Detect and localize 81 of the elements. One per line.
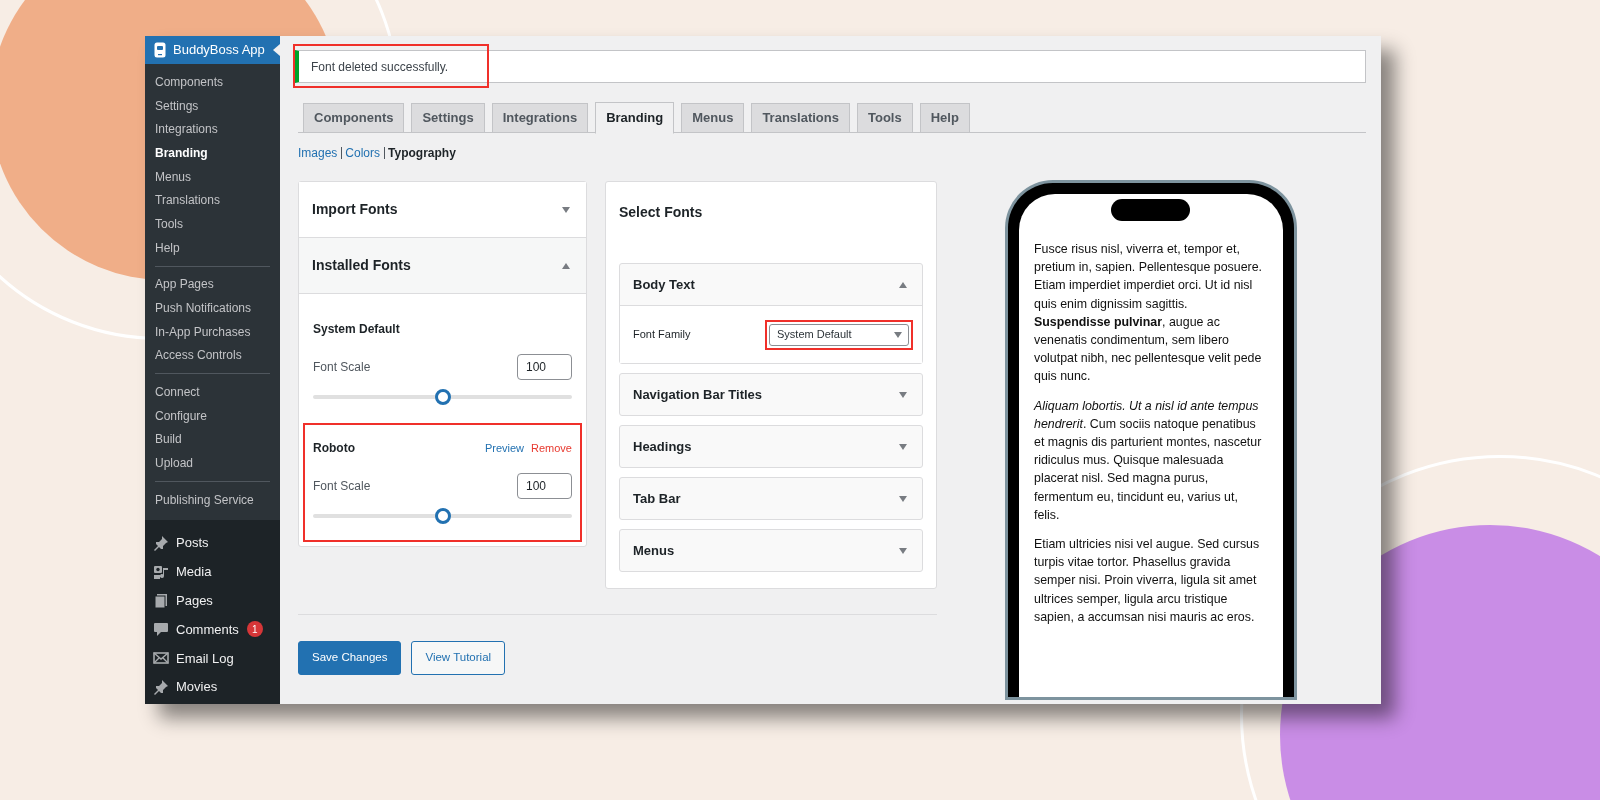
plugin-title: BuddyBoss App [173, 41, 265, 60]
count-badge: 1 [246, 621, 263, 638]
expand-caret-icon [562, 206, 570, 213]
sidebar-item[interactable]: In-App Purchases [145, 319, 280, 344]
expand-caret-icon [899, 391, 907, 398]
remove-link[interactable]: Remove [531, 439, 572, 457]
menu-item[interactable]: Pages [176, 590, 213, 611]
notice-text: Font deleted successfully. [311, 58, 449, 76]
font-name: System Default [313, 321, 400, 338]
field-label: Font Family [633, 327, 691, 343]
expand-caret-icon [899, 443, 907, 450]
sidebar-item[interactable]: Branding [145, 141, 280, 165]
sidebar-item[interactable]: Upload [145, 451, 280, 475]
sidebar-item[interactable]: Help [145, 235, 280, 260]
accordion-header[interactable]: Import Fonts [299, 182, 586, 238]
accordion-header[interactable]: Menus [620, 530, 922, 571]
accordion-header[interactable]: Headings [620, 426, 922, 467]
preview-paragraph: Aliquam lobortis. Ut a nisl id ante tempus hendrerit. Cum sociis natoque penatibus et magnis dis parturient montes, nascetur ridiculus mus. Quisque malesuada placerat nisl. Sed magna purus, fermentum eu, tincidunt eu, varius ut, felis. [1034, 397, 1263, 524]
expand-caret-icon [899, 547, 907, 554]
dropdown-caret-icon [894, 331, 902, 338]
tab[interactable]: Help [919, 103, 970, 133]
menu-item[interactable]: Email Log [176, 648, 234, 668]
collapse-caret-icon [899, 281, 907, 288]
accordion-header[interactable]: Navigation Bar Titles [620, 374, 922, 415]
current-menu-pointer [273, 44, 280, 56]
sidebar-item[interactable]: Publishing Service [145, 488, 280, 512]
tab[interactable]: Integrations [491, 103, 589, 133]
sidebar-item[interactable]: Connect [145, 380, 280, 404]
slider-thumb[interactable] [434, 508, 451, 524]
sidebar-item[interactable]: Menus [145, 164, 280, 189]
field-label: Font Scale [313, 478, 371, 495]
media-icon [153, 563, 169, 580]
plugin-menu-header[interactable]: BuddyBoss App [145, 36, 280, 64]
sidebar-item[interactable]: Tools [145, 212, 280, 236]
app-logo-icon [154, 42, 166, 58]
pushpin-icon [153, 679, 169, 696]
pages-icon [153, 592, 169, 609]
tutorial-button[interactable]: View Tutorial [411, 641, 506, 675]
sidebar-item[interactable]: Access Controls [145, 343, 280, 368]
font-name: Roboto [313, 440, 355, 457]
sidebar-item[interactable]: Build [145, 427, 280, 452]
field-label: Font Scale [313, 359, 371, 376]
speech-bubble-icon [153, 621, 169, 638]
subnav-link[interactable]: Typography [384, 147, 456, 159]
tab[interactable]: Translations [751, 103, 850, 133]
envelope-icon [153, 650, 169, 667]
tab[interactable]: Components [303, 103, 405, 133]
menu-item[interactable]: Posts [176, 533, 209, 553]
expand-caret-icon [899, 495, 907, 502]
sidebar-item[interactable]: Components [145, 70, 280, 94]
preview-link[interactable]: Preview [484, 439, 525, 457]
font-scale-input[interactable]: 100 [517, 473, 572, 499]
sidebar-item[interactable]: Translations [145, 188, 280, 213]
collapse-caret-icon [562, 262, 570, 269]
menu-item[interactable]: Comments [176, 619, 239, 640]
preview-paragraph: Etiam ultricies nisi vel augue. Sed cursus turpis vitae tortor. Phasellus gravida semper nisi. Proin viverra, ligula sit amet ultrices semper, ligula arcu tristique sapien, a accumsan nisi mauris ac eros. [1034, 536, 1261, 626]
sidebar-item[interactable]: Configure [145, 403, 280, 428]
tab[interactable]: Menus [681, 103, 745, 133]
accordion-header[interactable]: Body Text [620, 264, 922, 305]
accordion-header[interactable]: Tab Bar [620, 478, 922, 519]
subnav-link[interactable]: Images [298, 144, 338, 162]
slider-track[interactable] [313, 389, 572, 405]
font-scale-input[interactable]: 100 [517, 354, 572, 380]
menu-item[interactable]: Movies [176, 677, 218, 697]
sidebar-item[interactable]: Push Notifications [145, 296, 280, 320]
menu-item[interactable]: Media [176, 562, 212, 582]
panel-title: Select Fonts [619, 203, 704, 222]
pushpin-icon [153, 535, 169, 552]
subnav-link[interactable]: Colors [341, 147, 381, 159]
font-family-select[interactable]: System Default [769, 323, 909, 346]
sidebar-item[interactable]: Integrations [145, 117, 280, 142]
save-button[interactable]: Save Changes [298, 641, 402, 675]
preview-paragraph: Fusce risus nisl, viverra et, tempor et, pretium in, sapien. Pellentesque posuere. Etiam imperdiet imperdiet orci. Ut id nisl quis enim dignissim sagittis. Suspendisse pulvinar, augue ac venenatis condimentum, sem libero volutpat nibh, nec pellentesque velit pede quis nunc. [1034, 241, 1263, 386]
tab[interactable]: Settings [411, 103, 485, 133]
sidebar-item[interactable]: Settings [145, 93, 280, 118]
slider-track[interactable] [313, 508, 572, 524]
tab[interactable]: Branding [595, 102, 675, 134]
slider-thumb[interactable] [434, 389, 451, 405]
sidebar-item[interactable]: App Pages [145, 272, 280, 297]
accordion-header[interactable]: Installed Fonts [299, 238, 586, 294]
tab[interactable]: Tools [856, 103, 913, 133]
